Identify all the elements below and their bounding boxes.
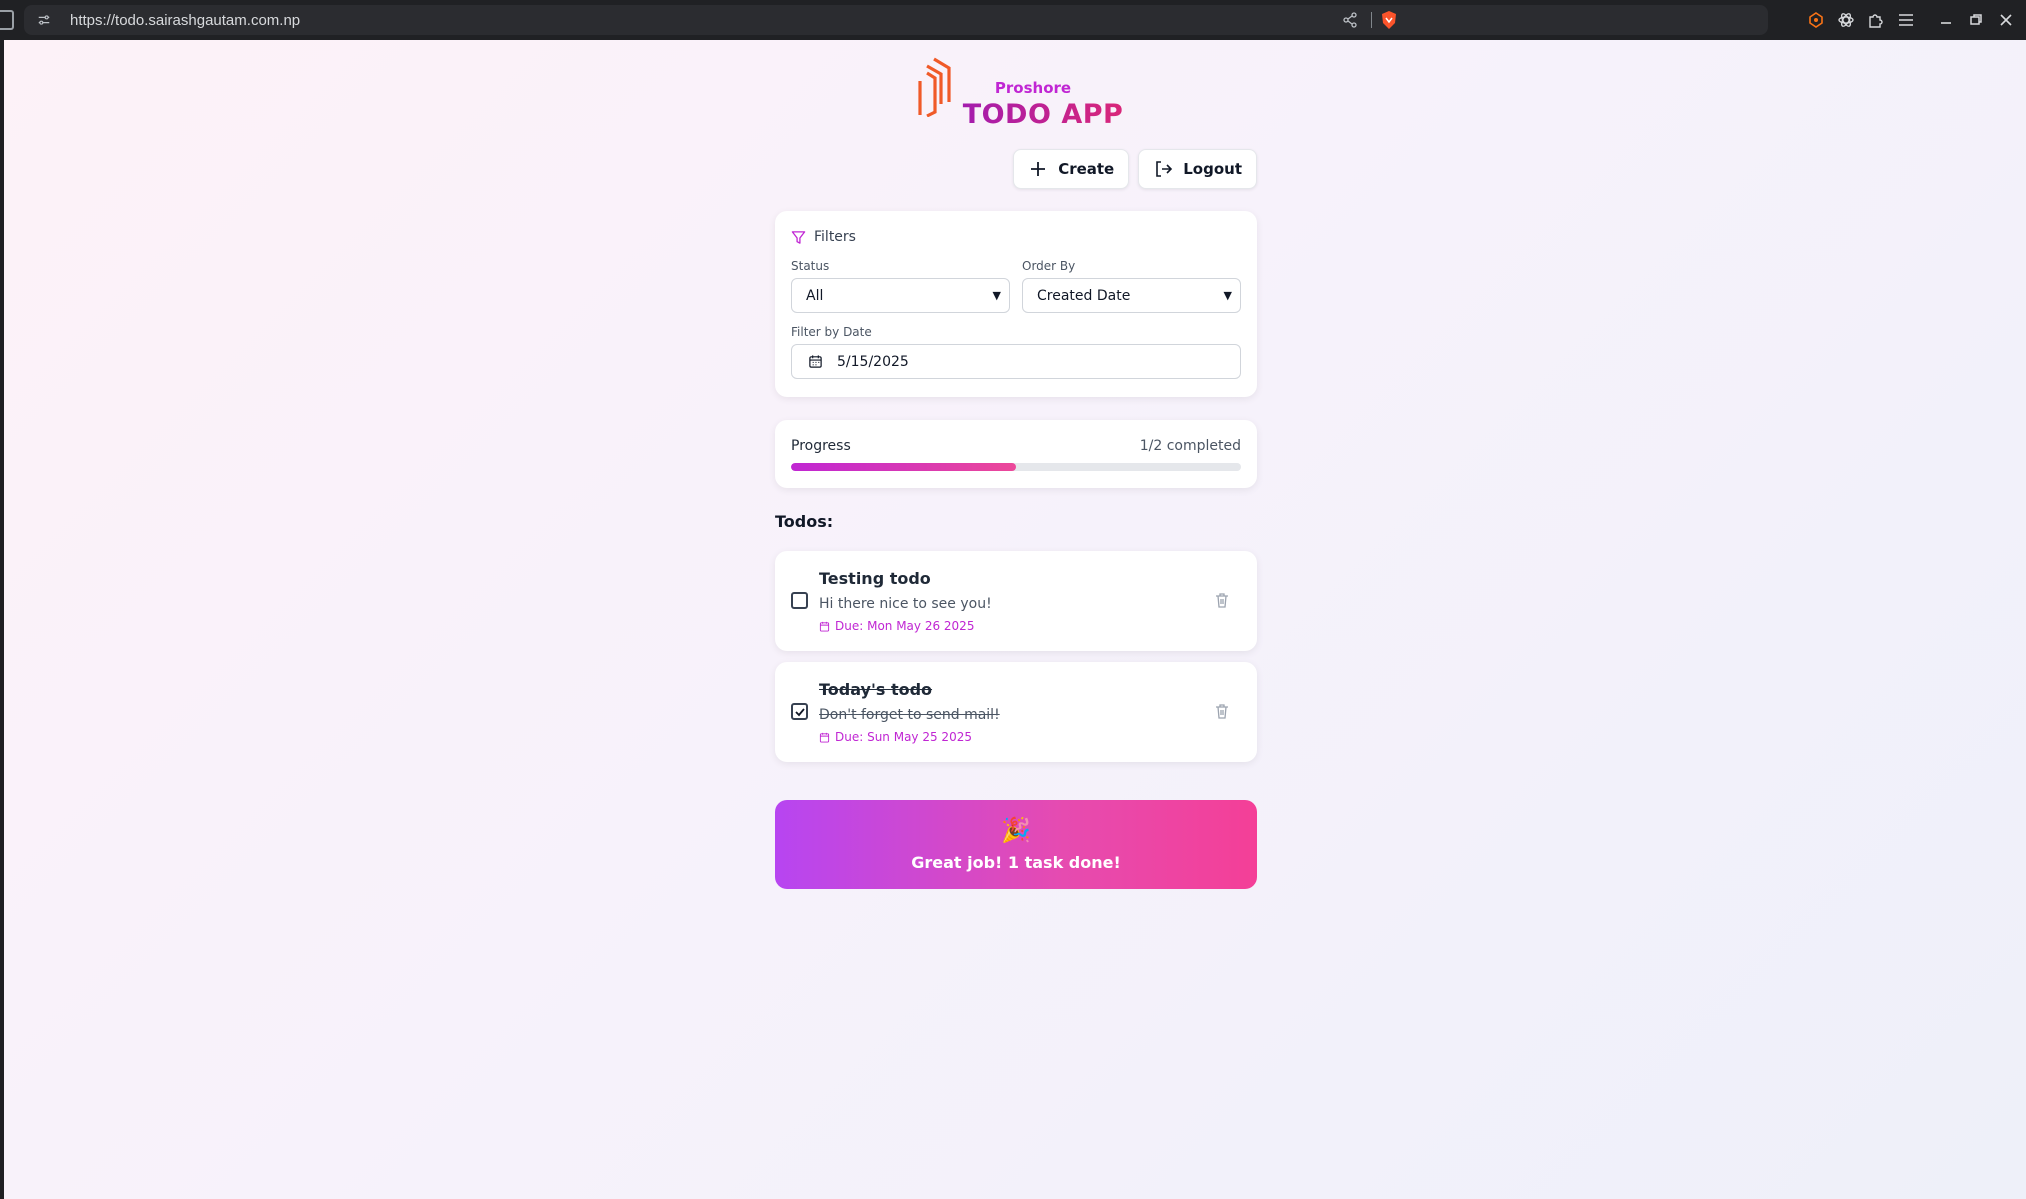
todo-item: Today's todo Don't forget to send mail! … (775, 662, 1257, 762)
date-filter-input[interactable]: 5/15/2025 (791, 344, 1241, 379)
status-label: Status (791, 259, 830, 273)
order-by-select[interactable]: Created Date ▼ (1022, 278, 1241, 313)
browser-toolbar: https://todo.sairashgautam.com.np (0, 0, 2026, 40)
chevron-down-icon: ▼ (992, 289, 1001, 302)
status-select-value: All (806, 287, 824, 304)
order-by-select-value: Created Date (1037, 287, 1131, 304)
todo-checkbox[interactable] (791, 592, 808, 609)
todo-item: Testing todo Hi there nice to see you! D… (775, 551, 1257, 651)
todo-title: Testing todo (819, 569, 931, 588)
filters-card: Filters Status All ▼ Order By Created Da… (775, 211, 1257, 397)
filters-heading: Filters (791, 229, 856, 245)
todo-due-date: Due: Sun May 25 2025 (819, 730, 972, 744)
completion-message: Great job! 1 task done! (911, 853, 1121, 872)
close-icon[interactable] (1992, 6, 2020, 34)
address-bar[interactable]: https://todo.sairashgautam.com.np (24, 5, 1768, 35)
restore-icon[interactable] (1962, 6, 1990, 34)
progress-count: 1/2 completed (1139, 438, 1241, 454)
order-by-label: Order By (1022, 259, 1076, 273)
brave-shield-icon[interactable] (1380, 10, 1398, 30)
divider (1371, 12, 1372, 28)
trash-icon[interactable] (1213, 591, 1231, 609)
date-filter-value: 5/15/2025 (837, 353, 909, 370)
checkmark-icon (794, 707, 805, 716)
progress-card: Progress 1/2 completed (775, 420, 1257, 488)
todo-description: Don't forget to send mail! (819, 707, 1000, 723)
calendar-icon (819, 621, 830, 632)
sidebar-toggle-icon[interactable] (0, 10, 14, 30)
todo-checkbox-checked[interactable] (791, 703, 808, 720)
brand-header: Proshore TODO APP (918, 57, 1138, 130)
header-actions: Create Logout (1013, 149, 1257, 189)
share-icon[interactable] (1342, 12, 1358, 28)
logout-button-label: Logout (1183, 160, 1242, 178)
progress-bar (791, 463, 1241, 471)
completion-banner: 🎉 Great job! 1 task done! (775, 800, 1257, 889)
status-select[interactable]: All ▼ (791, 278, 1010, 313)
site-settings-icon[interactable] (36, 12, 52, 28)
logout-icon (1156, 161, 1173, 177)
party-popper-icon: 🎉 (1001, 816, 1031, 844)
filters-title: Filters (814, 229, 856, 245)
app-title: TODO APP (958, 99, 1128, 130)
rewards-icon[interactable] (1802, 6, 1830, 34)
create-button[interactable]: Create (1013, 149, 1130, 189)
todo-due-date: Due: Mon May 26 2025 (819, 619, 974, 633)
calendar-icon (809, 355, 822, 368)
todo-title: Today's todo (819, 680, 933, 699)
extension-react-icon[interactable] (1832, 6, 1860, 34)
page: Proshore TODO APP Create Logout Filters … (4, 40, 2026, 1199)
todo-due-text: Due: Mon May 26 2025 (835, 619, 975, 633)
todo-due-text: Due: Sun May 25 2025 (835, 730, 972, 744)
chevron-down-icon: ▼ (1223, 289, 1232, 302)
extensions-puzzle-icon[interactable] (1862, 6, 1890, 34)
brand-subtitle: Proshore (994, 79, 1072, 97)
menu-icon[interactable] (1892, 6, 1920, 34)
url-text[interactable]: https://todo.sairashgautam.com.np (70, 12, 300, 29)
create-button-label: Create (1058, 160, 1115, 178)
todo-description: Hi there nice to see you! (819, 596, 992, 612)
logout-button[interactable]: Logout (1138, 149, 1257, 189)
minimize-icon[interactable] (1932, 6, 1960, 34)
plus-icon (1031, 162, 1046, 176)
trash-icon[interactable] (1213, 702, 1231, 720)
filter-icon (791, 230, 806, 244)
proshore-logo-icon (918, 57, 951, 117)
progress-bar-fill (791, 463, 1016, 471)
date-filter-label: Filter by Date (791, 325, 872, 339)
todos-heading: Todos: (775, 512, 834, 531)
progress-label: Progress (791, 438, 851, 454)
calendar-icon (819, 732, 830, 743)
